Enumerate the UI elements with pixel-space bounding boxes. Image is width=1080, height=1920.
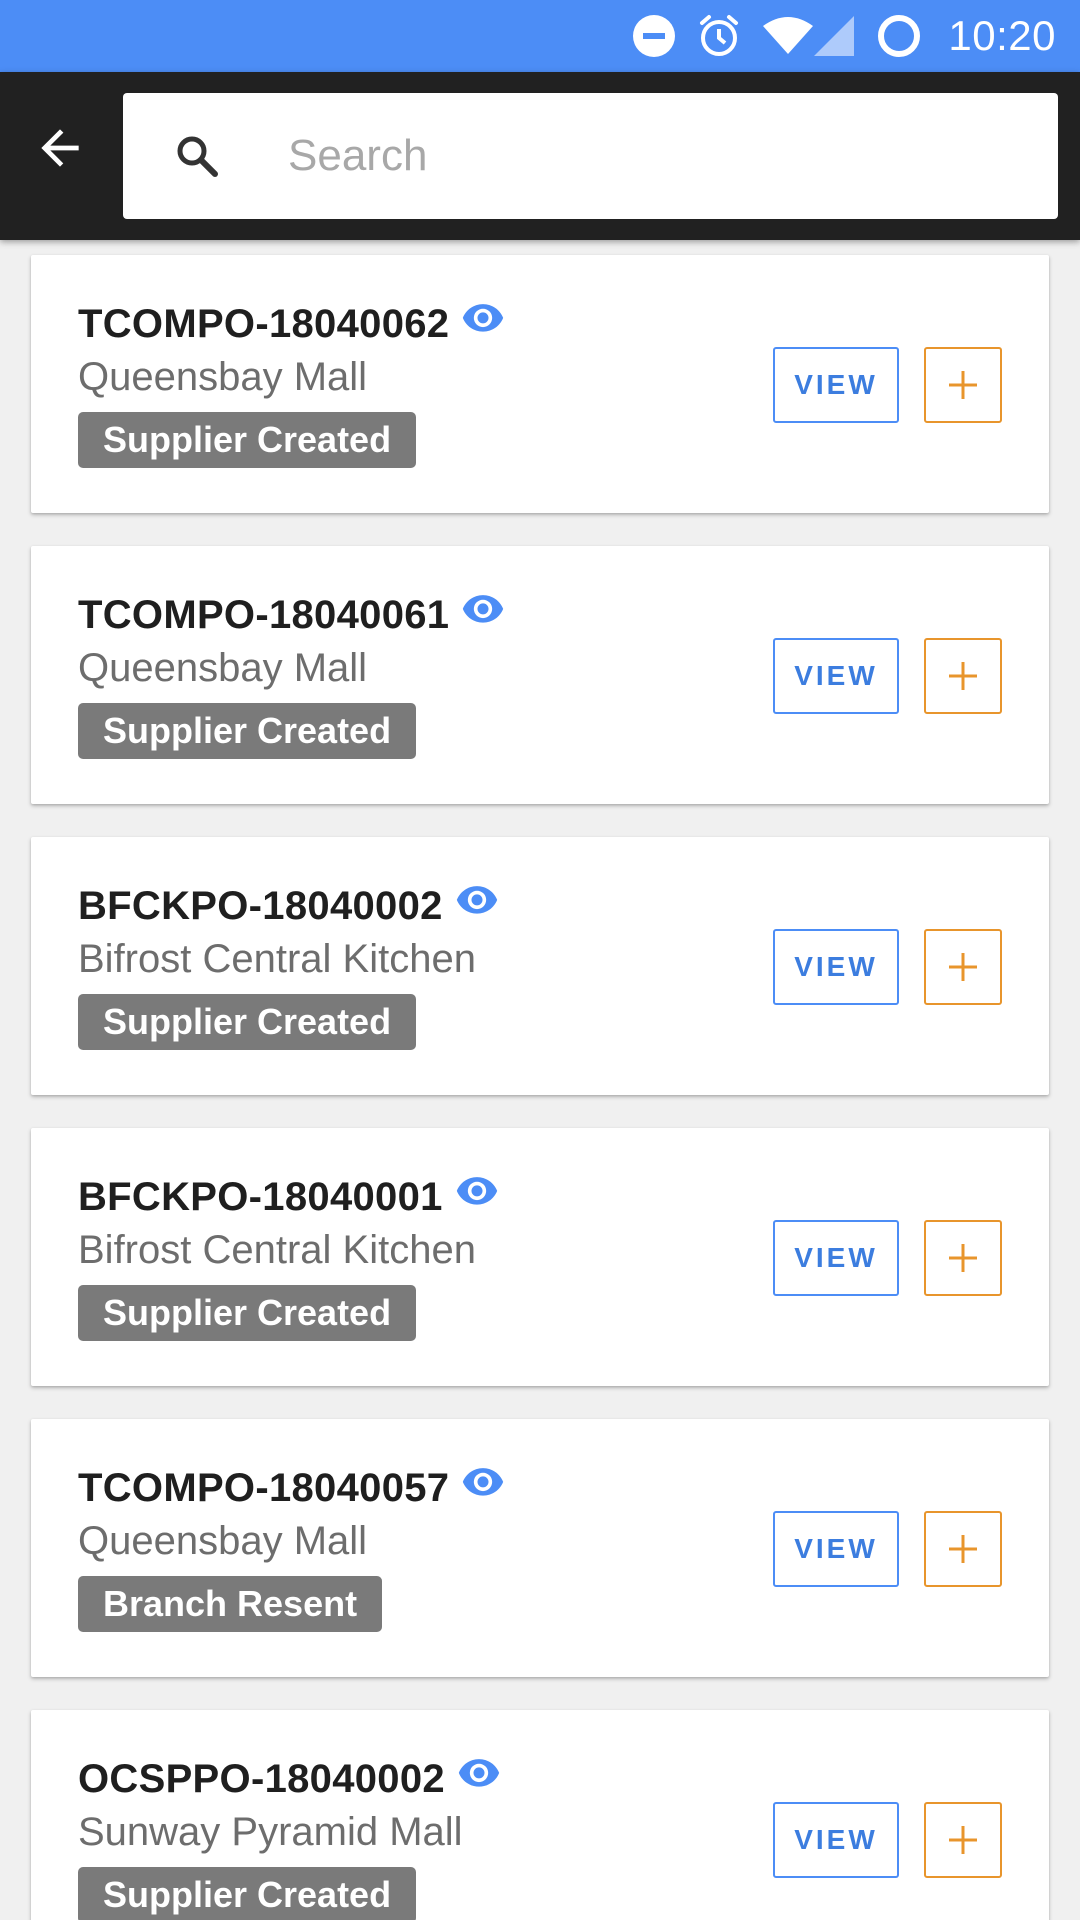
- plus-icon: [949, 953, 977, 981]
- order-card[interactable]: OCSPPO-18040002 Sunway Pyramid Mall Supp…: [31, 1710, 1049, 1920]
- order-code: TCOMPO-18040061: [78, 592, 450, 637]
- plus-icon: [949, 1244, 977, 1272]
- plus-icon: [949, 1535, 977, 1563]
- do-not-disturb-icon: [632, 14, 676, 58]
- status-badge: Branch Resent: [78, 1576, 383, 1632]
- eye-icon[interactable]: [461, 295, 505, 339]
- order-code: TCOMPO-18040062: [78, 301, 450, 346]
- order-title-row: TCOMPO-18040057: [78, 1463, 505, 1513]
- order-list[interactable]: TCOMPO-18040062 Queensbay Mall Supplier …: [0, 240, 1080, 1920]
- status-badge: Supplier Created: [78, 412, 417, 468]
- order-location: Bifrost Central Kitchen: [78, 937, 476, 981]
- status-time: 10:20: [948, 12, 1056, 59]
- eye-icon[interactable]: [461, 586, 505, 630]
- order-title-row: BFCKPO-18040001: [78, 1172, 499, 1222]
- app-bar: [0, 72, 1080, 240]
- view-button[interactable]: VIEW: [773, 638, 899, 714]
- plus-icon: [949, 371, 977, 399]
- order-card[interactable]: BFCKPO-18040002 Bifrost Central Kitchen …: [31, 837, 1049, 1095]
- search-input[interactable]: [288, 93, 1028, 219]
- arrow-back-icon: [32, 120, 88, 181]
- eye-icon[interactable]: [455, 1168, 499, 1212]
- view-button[interactable]: VIEW: [773, 929, 899, 1005]
- add-button[interactable]: [924, 638, 1002, 714]
- eye-icon[interactable]: [461, 1459, 505, 1503]
- back-button[interactable]: [24, 114, 96, 186]
- order-card[interactable]: TCOMPO-18040062 Queensbay Mall Supplier …: [31, 255, 1049, 513]
- order-code: OCSPPO-18040002: [78, 1756, 445, 1801]
- order-location: Queensbay Mall: [78, 646, 368, 690]
- order-location: Queensbay Mall: [78, 1519, 368, 1563]
- wifi-icon: [762, 16, 814, 56]
- status-icons: 10:20: [632, 0, 1056, 72]
- plus-icon: [949, 662, 977, 690]
- search-box[interactable]: [123, 93, 1058, 219]
- plus-icon: [949, 1826, 977, 1854]
- order-code: TCOMPO-18040057: [78, 1465, 450, 1510]
- add-button[interactable]: [924, 1511, 1002, 1587]
- status-badge: Supplier Created: [78, 703, 417, 759]
- order-title-row: OCSPPO-18040002: [78, 1754, 501, 1804]
- order-card[interactable]: BFCKPO-18040001 Bifrost Central Kitchen …: [31, 1128, 1049, 1386]
- status-badge: Supplier Created: [78, 994, 417, 1050]
- order-location: Bifrost Central Kitchen: [78, 1228, 476, 1272]
- add-button[interactable]: [924, 1802, 1002, 1878]
- order-location: Queensbay Mall: [78, 355, 368, 399]
- alarm-icon: [696, 13, 742, 59]
- status-badge: Supplier Created: [78, 1285, 417, 1341]
- order-location: Sunway Pyramid Mall: [78, 1810, 463, 1854]
- cell-signal-icon: [812, 14, 856, 58]
- order-card[interactable]: TCOMPO-18040061 Queensbay Mall Supplier …: [31, 546, 1049, 804]
- order-title-row: TCOMPO-18040062: [78, 299, 505, 349]
- view-button[interactable]: VIEW: [773, 1220, 899, 1296]
- order-card[interactable]: TCOMPO-18040057 Queensbay Mall Branch Re…: [31, 1419, 1049, 1677]
- search-icon: [173, 132, 221, 180]
- add-button[interactable]: [924, 1220, 1002, 1296]
- eye-icon[interactable]: [457, 1750, 501, 1794]
- status-bar: 10:20: [0, 0, 1080, 72]
- view-button[interactable]: VIEW: [773, 347, 899, 423]
- order-title-row: BFCKPO-18040002: [78, 881, 499, 931]
- view-button[interactable]: VIEW: [773, 1802, 899, 1878]
- order-title-row: TCOMPO-18040061: [78, 590, 505, 640]
- sync-circle-icon: [876, 13, 922, 59]
- view-button[interactable]: VIEW: [773, 1511, 899, 1587]
- eye-icon[interactable]: [455, 877, 499, 921]
- add-button[interactable]: [924, 347, 1002, 423]
- add-button[interactable]: [924, 929, 1002, 1005]
- order-code: BFCKPO-18040001: [78, 1174, 443, 1219]
- order-code: BFCKPO-18040002: [78, 883, 443, 928]
- status-badge: Supplier Created: [78, 1867, 417, 1920]
